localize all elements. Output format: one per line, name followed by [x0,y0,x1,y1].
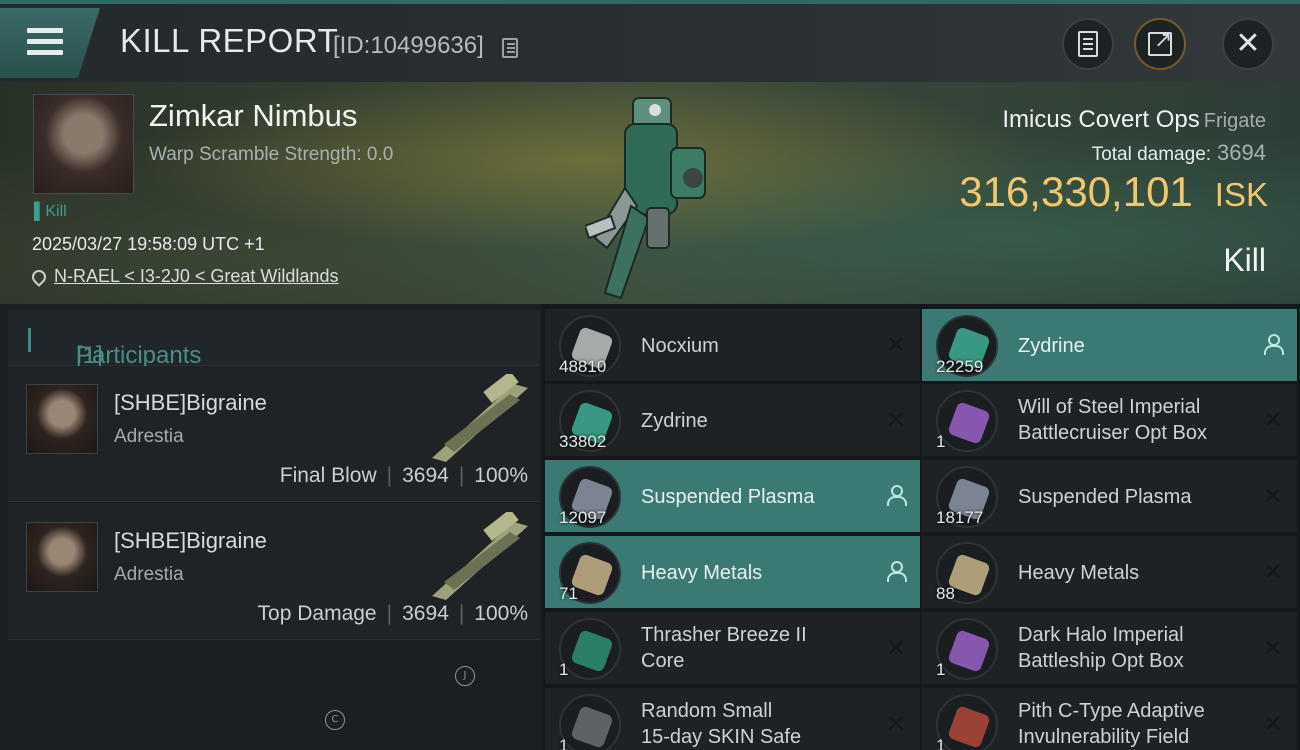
item-quantity: 1 [936,736,946,750]
header-bar: KILL REPORT [ID:10499636] ✕ [0,0,1300,82]
kill-tag: ▌Kill [34,203,67,220]
share-icon [1148,28,1172,56]
participant-ship: Adrestia [114,426,184,447]
kill-id: [ID:10499636] [333,32,484,59]
report-button[interactable] [1062,18,1114,70]
item-name: Heavy Metals [641,562,763,584]
item-slot[interactable]: 48810 Nocxium ✕ [545,309,920,382]
item-slot[interactable]: 1 Random Small 15-day SKIN Safe ✕ [545,688,920,750]
participants-header: Participants [1] [8,310,540,369]
item-quantity: 1 [559,736,569,750]
item-slot[interactable]: 22259 Zydrine [922,309,1297,382]
item-name: Random Small 15-day SKIN Safe [641,700,802,748]
participant-ship: Adrestia [114,564,184,585]
participant-stats: Top Damage | 3694 | 100% [257,602,528,625]
participant-ship-image [432,512,528,600]
destroyed-x-icon: ✕ [1262,558,1283,586]
hamburger-icon [27,28,63,33]
item-slot[interactable]: 12097 Suspended Plasma [545,460,920,533]
menu-button[interactable] [0,8,100,78]
participant-row[interactable]: [SHBE]Bigraine Adrestia Final Blow | 3694 |… [8,366,540,502]
destroyed-x-icon: ✕ [885,331,906,359]
participant-avatar[interactable] [26,522,98,592]
item-name: Thrasher Breeze II Core [641,624,807,672]
item-name: Zydrine [641,410,708,432]
clipboard-icon [1078,31,1098,57]
item-name: Dark Halo Imperial Battleship Opt Box [1018,624,1184,672]
warp-scramble-text: Warp Scramble Strength: 0.0 [149,144,394,165]
item-quantity: 48810 [559,357,607,376]
badge-c: C [325,710,345,730]
item-quantity: 1 [559,660,569,679]
kill-report-screen: KILL REPORT [ID:10499636] ✕ Zimkar Nimbu… [0,0,1300,750]
participant-name: [SHBE]Bigraine [114,528,267,553]
item-slot[interactable]: 1 Dark Halo Imperial Battleship Opt Box ✕ [922,612,1297,685]
copy-icon[interactable] [502,38,518,58]
item-name: Heavy Metals [1018,562,1140,584]
item-name: Nocxium [641,335,719,357]
location-link[interactable]: N-RAEL < I3-2J0 < Great Wildlands [29,266,338,287]
destroyed-x-icon: ✕ [1262,710,1283,738]
victim-banner: Zimkar Nimbus Warp Scramble Strength: 0.… [0,82,1300,304]
item-name: Suspended Plasma [1018,486,1192,508]
victim-ship-type: Imicus Covert Ops Frigate [1002,106,1266,133]
victim-name: Zimkar Nimbus [149,98,358,133]
participant-avatar[interactable] [26,384,98,454]
result-label: Kill [1223,242,1266,278]
participants-panel: Participants [1] [SHBE]Bigraine Adrestia… [0,304,540,750]
item-quantity: 12097 [559,508,607,527]
location-pin-icon [29,266,49,287]
item-name: Will of Steel Imperial Battlecruiser Opt … [1018,396,1207,444]
destroyed-x-icon: ✕ [1262,482,1283,510]
item-name: Suspended Plasma [641,486,815,508]
item-quantity: 1 [936,660,946,679]
item-slot[interactable]: 18177 Suspended Plasma ✕ [922,460,1297,533]
destroyed-x-icon: ✕ [1262,634,1283,662]
user-icon[interactable] [886,561,907,582]
close-icon: ✕ [1235,26,1261,61]
item-slot[interactable]: 1 Will of Steel Imperial Battlecruiser Opt… [922,384,1297,457]
victim-portrait[interactable] [33,94,134,194]
ship-image [585,97,706,300]
close-button[interactable]: ✕ [1222,18,1274,70]
user-icon[interactable] [886,485,907,506]
destroyed-x-icon: ✕ [885,634,906,662]
item-name: Zydrine [1018,335,1085,357]
item-slot[interactable]: 33802 Zydrine ✕ [545,384,920,457]
user-icon[interactable] [1263,334,1284,355]
item-name: Pith C-Type Adaptive Invulnerability Fiel… [1018,700,1205,748]
item-quantity: 33802 [559,432,607,451]
item-slot[interactable]: 1 Thrasher Breeze II Core ✕ [545,612,920,685]
item-quantity: 88 [936,584,955,603]
item-quantity: 18177 [936,508,984,527]
participant-ship-image [432,374,528,462]
item-slot[interactable]: 88 Heavy Metals ✕ [922,536,1297,609]
participant-stats: Final Blow | 3694 | 100% [279,464,528,487]
participant-name: [SHBE]Bigraine [114,390,267,415]
total-damage: Total damage: 3694 [1091,140,1266,165]
kill-datetime: 2025/03/27 19:58:09 UTC +1 [32,234,265,254]
share-button[interactable] [1134,18,1186,70]
isk-value: 316,330,101 ISK [959,168,1268,215]
destroyed-x-icon: ✕ [885,710,906,738]
dropped-items-grid: 48810 Nocxium ✕ 22259 Zydrine 33802 Zydrine ✕… [543,304,1300,750]
badge-j: J [455,666,475,686]
item-slot[interactable]: 71 Heavy Metals [545,536,920,609]
item-slot[interactable]: 1 Pith C-Type Adaptive Invulnerability Fie… [922,688,1297,750]
destroyed-x-icon: ✕ [885,406,906,434]
item-quantity: 22259 [936,357,984,376]
destroyed-x-icon: ✕ [1262,406,1283,434]
item-quantity: 71 [559,584,578,603]
item-quantity: 1 [936,432,946,451]
page-title: KILL REPORT [120,22,339,59]
participant-row[interactable]: [SHBE]Bigraine Adrestia Top Damage | 3694 |… [8,504,540,640]
